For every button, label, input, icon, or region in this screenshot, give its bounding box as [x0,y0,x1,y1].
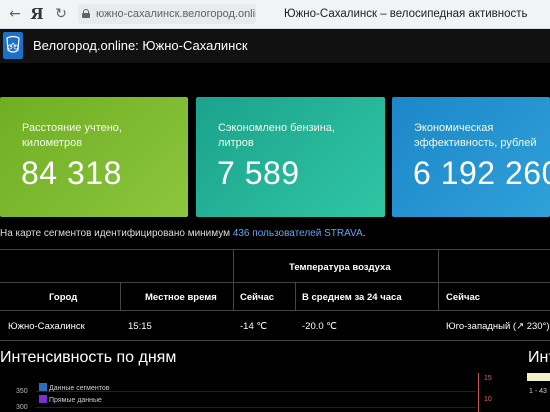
reload-icon[interactable]: ↻ [52,5,70,23]
table-divider [0,340,550,341]
table-divider [0,282,550,283]
economic-efficiency-value: 6 192 260 [413,155,550,191]
table-divider [295,282,296,310]
table-divider [233,250,234,282]
fuel-saved-value: 7 589 [217,155,300,191]
column-header-local-time[interactable]: Местное время [145,292,217,303]
temperature-group-header: Температура воздуха [289,262,391,273]
back-arrow-icon[interactable]: ← [6,5,24,23]
column-header-temp-now[interactable]: Сейчас [240,292,274,303]
column-header-city[interactable]: Город [49,292,77,303]
table-divider [233,282,234,310]
cell-city: Южно-Сахалинск [8,321,85,332]
economic-efficiency-label: Экономическая эффективность, рублей [414,122,537,149]
browser-toolbar: ← Я ↻ южно-сахалинск.велогород.online Юж… [0,0,550,29]
mini-range-bar [527,373,550,381]
y2-tick-label: 15 [484,375,492,382]
daily-intensity-heading: Интенсивность по дням [0,349,177,366]
y2-tick-label: 10 [484,396,492,403]
intensity-heading-partial: Инт [528,349,550,366]
legend-item-segments[interactable]: Данные сегментов [39,383,110,392]
secondary-axis-line [478,373,479,412]
column-header-wind-now[interactable]: Сейчас [446,292,480,303]
cell-local-time: 15:15 [128,321,152,332]
address-url: южно-сахалинск.велогород.online [96,8,256,20]
lock-icon [82,9,90,18]
chart-legend: Данные сегментов Прямые данные [39,383,110,404]
site-title[interactable]: Велогород.online: Южно-Сахалинск [33,29,248,63]
address-bar[interactable]: южно-сахалинск.велогород.online [78,4,256,24]
legend-item-direct[interactable]: Прямые данные [39,395,110,404]
strava-suffix: . [362,228,366,239]
table-divider [438,250,439,282]
table-divider [0,310,550,311]
legend-label: Данные сегментов [49,385,110,392]
legend-label: Прямые данные [49,397,102,404]
site-header: Велогород.online: Южно-Сахалинск [0,29,550,63]
economic-efficiency-card: Экономическая эффективность, рублей 6 19… [392,97,550,217]
gridline [36,407,476,408]
table-divider [438,282,439,310]
cell-wind-now: Юго-западный (↗ 230°), 1 [446,321,550,332]
fuel-saved-card: Сэкономлено бензина, литров 7 589 [196,97,385,217]
y-tick-label: 300 [16,404,28,411]
weather-table: Температура воздуха Город Местное время … [0,249,550,341]
site-logo-icon[interactable] [3,32,23,59]
cell-temp-avg24: -20.0 ℃ [302,321,337,332]
distance-card: Расстояние учтено, километров 84 318 [0,97,188,217]
y-tick-label: 350 [16,388,28,395]
mini-range-label: 1 - 43 [529,388,547,395]
cell-temp-now: -14 ℃ [240,321,268,332]
legend-swatch [39,383,47,391]
column-header-temp-avg24[interactable]: В среднем за 24 часа [302,292,402,303]
page-title: Южно-Сахалинск – велосипедная активность [284,8,528,20]
table-divider [120,282,121,310]
distance-value: 84 318 [21,155,122,191]
legend-swatch [39,395,47,403]
strava-users-note: На карте сегментов идентифицировано мини… [0,228,365,239]
strava-prefix: На карте сегментов идентифицировано мини… [0,228,233,239]
distance-label: Расстояние учтено, километров [22,122,122,149]
strava-users-link[interactable]: 436 пользователей STRAVA [233,228,363,239]
fuel-saved-label: Сэкономлено бензина, литров [218,122,335,149]
yandex-logo-icon[interactable]: Я [28,5,46,23]
